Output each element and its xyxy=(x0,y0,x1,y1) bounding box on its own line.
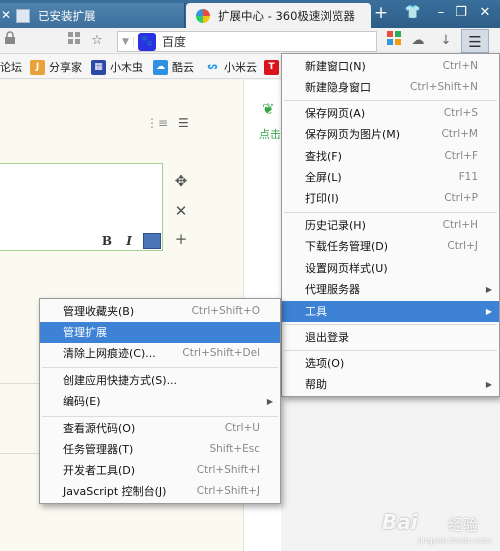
bold-button[interactable]: B xyxy=(98,233,116,249)
menu-icon[interactable]: ☰ xyxy=(461,29,489,53)
menu-item-clear-browsing-data[interactable]: 清除上网痕迹(C)... Ctrl+Shift+Del xyxy=(40,343,280,364)
bookmark-label: 论坛 xyxy=(0,61,22,74)
menu-separator xyxy=(284,212,497,213)
menu-item-developer-tools[interactable]: 开发者工具(D) Ctrl+Shift+I xyxy=(40,460,280,481)
add-icon[interactable]: + xyxy=(172,230,190,248)
tab-bar: ✕ 已安装扩展 扩展中心 - 360极速浏览器 + 👕 – ❐ ✕ xyxy=(0,0,500,28)
menu-separator xyxy=(284,350,497,351)
menu-item-logout[interactable]: 退出登录 xyxy=(282,327,499,348)
menu-item-history[interactable]: 历史记录(H) Ctrl+H xyxy=(282,215,499,236)
italic-button[interactable]: I xyxy=(120,233,138,249)
cloud-icon[interactable]: ☁ xyxy=(408,31,428,51)
bookmark-favicon-icon: ☁ xyxy=(153,59,168,75)
unordered-list-icon[interactable]: ☰ xyxy=(178,116,194,132)
baidu-paw-icon: 🐾 xyxy=(138,32,156,51)
search-input[interactable]: ▼ 🐾 百度 xyxy=(117,31,377,52)
bookmark-favicon-icon: ᔕ xyxy=(207,61,218,72)
bookmark-favicon-icon: J xyxy=(30,59,45,75)
editor-textarea[interactable] xyxy=(0,163,163,251)
ordered-list-icon[interactable]: ⋮≡ xyxy=(146,116,168,132)
chevron-right-icon: ▶ xyxy=(266,397,273,406)
bookmark-label: 小米云 xyxy=(224,61,257,74)
tab-title: 已安装扩展 xyxy=(38,8,96,23)
menu-separator xyxy=(284,324,497,325)
watermark-url: jingyan.baidu.com xyxy=(418,536,492,545)
apps-grid-icon[interactable] xyxy=(64,31,84,51)
bookmark-favicon-icon: ▦ xyxy=(91,59,106,75)
bookmark-item[interactable]: J 分享家 xyxy=(30,58,82,76)
chevron-right-icon: ▶ xyxy=(485,285,492,294)
new-tab-button[interactable]: + xyxy=(370,2,392,24)
click-label[interactable]: 点击 xyxy=(259,126,281,142)
menu-item-help[interactable]: 帮助 ▶ xyxy=(282,374,499,395)
fan-icon: ❦ xyxy=(262,100,275,118)
menu-item-encoding[interactable]: 编码(E) ▶ xyxy=(40,391,280,412)
menu-item-javascript-console[interactable]: JavaScript 控制台(J) Ctrl+Shift+J xyxy=(40,481,280,502)
download-icon[interactable]: ↓ xyxy=(436,31,456,51)
bookmark-label: 酷云 xyxy=(172,61,194,74)
menu-item-fullscreen[interactable]: 全屏(L) F11 xyxy=(282,167,499,188)
color-apps-icon[interactable] xyxy=(384,31,404,51)
bookmark-item[interactable]: ☁ 酷云 xyxy=(153,58,194,76)
tab-installed-extensions[interactable]: ✕ 已安装扩展 xyxy=(0,3,185,28)
image-button[interactable] xyxy=(143,233,161,249)
menu-item-save-page[interactable]: 保存网页(A) Ctrl+S xyxy=(282,103,499,124)
menu-item-find[interactable]: 查找(F) Ctrl+F xyxy=(282,146,499,167)
bookmark-item[interactable]: ᔕ 小米云 xyxy=(205,58,257,76)
bookmark-favicon-icon: T xyxy=(264,59,279,75)
menu-item-view-source[interactable]: 查看源代码(O) Ctrl+U xyxy=(40,418,280,439)
menu-item-create-app-shortcut[interactable]: 创建应用快捷方式(S)... xyxy=(40,370,280,391)
skin-icon[interactable]: 👕 xyxy=(400,2,426,24)
bookmark-label: 分享家 xyxy=(49,61,82,74)
close-tab-icon[interactable]: ✕ xyxy=(1,8,11,22)
menu-item-new-incognito-window[interactable]: 新建隐身窗口 Ctrl+Shift+N xyxy=(282,77,499,98)
menu-item-page-style[interactable]: 设置网页样式(U) xyxy=(282,258,499,279)
baidu-jingyan-watermark: Bai 经验 jingyan.baidu.com xyxy=(360,506,495,546)
close-icon[interactable]: ✕ xyxy=(172,202,190,220)
watermark-suffix: 经验 xyxy=(448,516,479,534)
chevron-down-icon[interactable]: ▼ xyxy=(118,36,134,47)
star-icon[interactable]: ☆ xyxy=(87,31,107,51)
close-window-button[interactable]: ✕ xyxy=(472,2,498,24)
tab-title: 扩展中心 - 360极速浏览器 xyxy=(218,8,355,23)
menu-item-save-as-image[interactable]: 保存网页为图片(M) Ctrl+M xyxy=(282,124,499,145)
menu-separator xyxy=(42,416,278,417)
menu-separator xyxy=(42,367,278,368)
move-icon[interactable]: ✥ xyxy=(172,172,190,190)
bookmark-item[interactable]: 论坛 xyxy=(0,58,22,76)
address-bar: ☆ ▼ 🐾 百度 ☁ ↓ ☰ xyxy=(0,28,500,54)
menu-item-proxy[interactable]: 代理服务器 ▶ xyxy=(282,279,499,300)
page-icon xyxy=(16,8,30,23)
browser-main-menu: 新建窗口(N) Ctrl+N 新建隐身窗口 Ctrl+Shift+N 保存网页(A)… xyxy=(281,53,500,397)
watermark-brand: Bai xyxy=(382,510,418,534)
menu-item-new-window[interactable]: 新建窗口(N) Ctrl+N xyxy=(282,56,499,77)
bookmark-label: 小木虫 xyxy=(110,61,143,74)
chevron-right-icon: ▶ xyxy=(485,307,492,316)
menu-item-downloads[interactable]: 下载任务管理(D) Ctrl+J xyxy=(282,236,499,257)
menu-item-manage-extensions[interactable]: 管理扩展 xyxy=(40,322,280,343)
menu-item-task-manager[interactable]: 任务管理器(T) Shift+Esc xyxy=(40,439,280,460)
chevron-right-icon: ▶ xyxy=(485,380,492,389)
menu-item-options[interactable]: 选项(O) xyxy=(282,353,499,374)
maximize-button[interactable]: ❐ xyxy=(448,2,474,24)
extension-center-icon xyxy=(196,8,210,23)
menu-separator xyxy=(284,100,497,101)
menu-item-manage-bookmarks[interactable]: 管理收藏夹(B) Ctrl+Shift+O xyxy=(40,301,280,322)
search-engine-label: 百度 xyxy=(162,35,187,49)
menu-item-print[interactable]: 打印(I) Ctrl+P xyxy=(282,188,499,209)
tab-extension-center[interactable]: 扩展中心 - 360极速浏览器 xyxy=(186,3,371,28)
lock-icon xyxy=(0,31,20,51)
bookmark-item[interactable]: ▦ 小木虫 xyxy=(91,58,143,76)
tools-submenu: 管理收藏夹(B) Ctrl+Shift+O 管理扩展 清除上网痕迹(C)... Ct… xyxy=(39,298,281,504)
menu-item-tools[interactable]: 工具 ▶ xyxy=(282,301,499,322)
